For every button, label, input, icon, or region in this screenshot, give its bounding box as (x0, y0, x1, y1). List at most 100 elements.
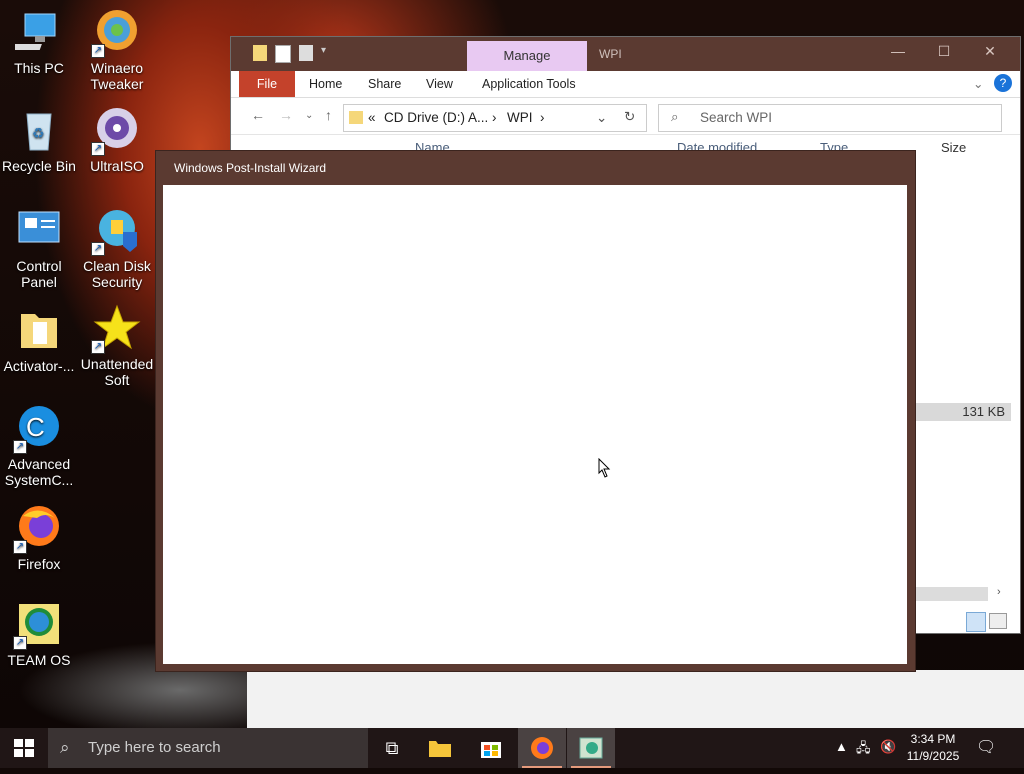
ribbon-expand-icon[interactable]: ⌄ (973, 71, 983, 97)
start-button[interactable] (0, 728, 48, 768)
large-icons-view-icon[interactable] (989, 613, 1007, 629)
column-header-size[interactable]: Size (941, 140, 966, 164)
taskbar-search-box[interactable]: ⌕ Type here to search (48, 728, 368, 768)
help-icon[interactable]: ? (994, 74, 1012, 92)
tab-share[interactable]: Share (368, 71, 401, 97)
desktop-icon-clean-disk-security[interactable]: ↗ Clean Disk Security (78, 206, 156, 290)
folder-icon (15, 306, 63, 354)
taskbar-file-explorer[interactable] (416, 728, 464, 768)
maximize-button[interactable]: ☐ (929, 43, 959, 60)
desktop-icon-ultraiso[interactable]: ↗ UltraISO (78, 106, 156, 174)
address-separator[interactable]: › (540, 110, 545, 125)
clock-date: 11/9/2025 (906, 749, 960, 763)
desktop-icon-label: Control Panel (16, 258, 62, 290)
task-view-icon: ⧉ (385, 738, 399, 758)
desktop-icon-firefox[interactable]: ↗ Firefox (0, 504, 78, 572)
folder-icon[interactable] (253, 45, 267, 61)
clean-disk-security-icon: ↗ (91, 206, 141, 256)
up-arrow-icon[interactable]: ↑ (325, 107, 332, 123)
winaero-tweaker-icon: ↗ (91, 8, 141, 58)
address-segment-cd-drive[interactable]: CD Drive (D:) A... (384, 110, 488, 125)
desktop-icon-label: This PC (14, 60, 64, 76)
desktop-icon-this-pc[interactable]: This PC (0, 8, 78, 76)
taskbar-microsoft-store[interactable] (467, 728, 515, 768)
address-separator[interactable]: › (492, 110, 497, 125)
task-view-button[interactable]: ⧉ (368, 728, 416, 768)
shortcut-arrow-icon: ↗ (91, 340, 105, 354)
recent-dropdown-icon[interactable]: ⌄ (305, 110, 313, 121)
desktop-icon-recycle-bin[interactable]: ♻ Recycle Bin (0, 106, 78, 174)
firefox-icon (531, 737, 553, 759)
taskbar-search-placeholder: Type here to search (88, 739, 221, 756)
desktop-icon-label: Recycle Bin (2, 158, 76, 174)
firefox-icon: ↗ (13, 504, 63, 554)
size-value: 131 KB (962, 404, 1005, 419)
shortcut-arrow-icon: ↗ (91, 242, 105, 256)
background-window-edge (247, 670, 1024, 728)
forward-arrow-icon[interactable]: → (279, 107, 293, 123)
search-input[interactable]: ⌕ Search WPI (658, 104, 1002, 132)
taskbar-firefox[interactable] (518, 728, 566, 768)
wpi-app-icon (579, 737, 603, 759)
desktop-icon-label: Clean Disk Security (83, 258, 151, 290)
wpi-wizard-window[interactable]: Windows Post-Install Wizard (155, 150, 916, 672)
taskbar-wpi-app[interactable] (567, 728, 615, 768)
wizard-content-area[interactable] (163, 185, 907, 664)
search-icon: ⌕ (60, 738, 70, 757)
desktop-icon-label: Firefox (17, 556, 61, 572)
address-row: ← → ⌄ ↑ « CD Drive (D:) A... › WPI › ⌄ ↻… (231, 98, 1020, 135)
tab-manage[interactable]: Manage (467, 41, 587, 71)
star-icon: ↗ (91, 304, 141, 354)
tab-file[interactable]: File (239, 71, 295, 97)
address-segment-wpi[interactable]: WPI (507, 110, 533, 125)
desktop-icon-control-panel[interactable]: Control Panel (0, 206, 78, 290)
desktop-icon-label: Advanced SystemC... (4, 456, 74, 488)
search-icon: ⌕ (671, 109, 679, 124)
shortcut-arrow-icon: ↗ (91, 44, 105, 58)
tab-view[interactable]: View (426, 71, 453, 97)
minimize-button[interactable]: — (883, 43, 913, 59)
scroll-right-icon[interactable]: › (997, 586, 1001, 598)
wizard-title: Windows Post-Install Wizard (174, 161, 327, 175)
folder-icon (349, 111, 363, 124)
svg-text:♻: ♻ (32, 125, 45, 141)
address-dropdown-icon[interactable]: ⌄ (596, 110, 607, 126)
qat-dropdown-icon[interactable]: ▾ (321, 45, 335, 61)
desktop-icon-advanced-systemcare[interactable]: C ↗ Advanced SystemC... (0, 404, 78, 488)
control-panel-icon (15, 206, 63, 254)
taskbar: ⌕ Type here to search ⧉ ▲ 🖧 🔇 3:34 PM 11… (0, 728, 1024, 768)
address-bar[interactable]: « CD Drive (D:) A... › WPI › ⌄ ↻ (343, 104, 647, 132)
tab-home[interactable]: Home (309, 71, 342, 97)
ribbon-tabs: File Home Share View Application Tools ⌄… (231, 71, 1020, 98)
taskbar-clock[interactable]: 3:34 PM 11/9/2025 (902, 731, 964, 765)
desktop-icon-label: Activator-... (3, 358, 75, 374)
network-icon[interactable]: 🖧 (856, 739, 871, 761)
shortcut-arrow-icon: ↗ (13, 540, 27, 554)
ultraiso-icon: ↗ (91, 106, 141, 156)
notification-icon[interactable]: 🗨 (976, 737, 996, 757)
details-view-icon[interactable] (966, 612, 986, 632)
desktop-icon-unattended-soft[interactable]: ↗ Unattended Soft (78, 304, 156, 388)
show-hidden-icons[interactable]: ▲ (835, 739, 848, 754)
this-pc-icon (3, 8, 63, 56)
desktop-icon-team-os[interactable]: ↗ TEAM OS (0, 600, 78, 668)
close-button[interactable]: ✕ (975, 43, 1005, 60)
back-arrow-icon[interactable]: ← (251, 107, 265, 123)
refresh-icon[interactable]: ↻ (624, 109, 635, 125)
desktop-icon-winaero-tweaker[interactable]: ↗ Winaero Tweaker (78, 8, 156, 92)
explorer-titlebar[interactable]: ▾ Manage WPI — ☐ ✕ (231, 37, 1020, 71)
properties-icon[interactable] (275, 45, 291, 63)
address-overflow[interactable]: « (368, 110, 376, 125)
new-folder-icon[interactable] (299, 45, 313, 61)
desktop-icon-label: Winaero Tweaker (90, 60, 144, 92)
search-placeholder: Search WPI (700, 110, 773, 125)
desktop-icon-label: UltraISO (90, 158, 144, 174)
desktop-icon-activator[interactable]: Activator-... (0, 306, 78, 374)
tab-application-tools[interactable]: Application Tools (482, 71, 576, 97)
window-title: WPI (599, 47, 622, 61)
clock-time: 3:34 PM (910, 732, 956, 746)
volume-muted-icon[interactable]: 🔇 (880, 739, 896, 755)
horizontal-scrollbar[interactable] (913, 587, 988, 601)
file-size-cell[interactable]: 131 KB (913, 403, 1011, 421)
shortcut-arrow-icon: ↗ (13, 440, 27, 454)
